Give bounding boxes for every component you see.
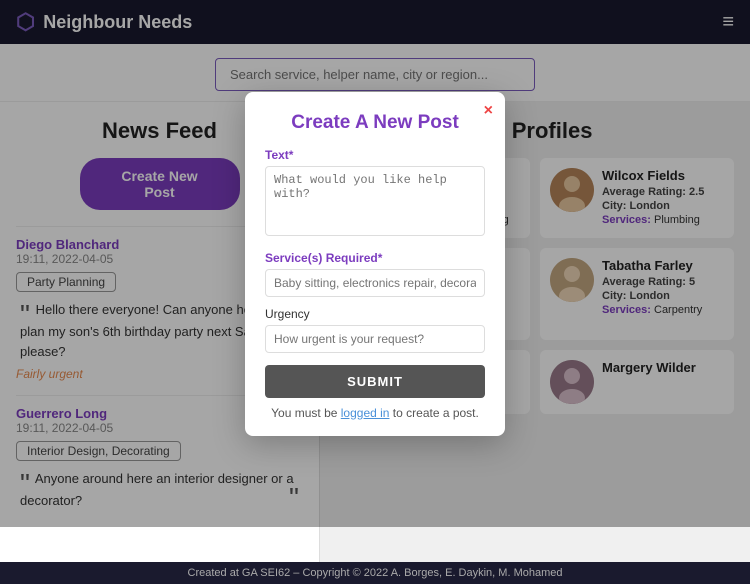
modal-close-button[interactable]: × [484, 102, 493, 120]
login-suffix: to create a post. [389, 406, 478, 420]
submit-button[interactable]: SUBMIT [265, 365, 485, 398]
services-input[interactable] [265, 269, 485, 297]
post-text-input[interactable] [265, 166, 485, 236]
footer-text: Created at GA SEI62 – Copyright © 2022 A… [188, 567, 563, 579]
footer: Created at GA SEI62 – Copyright © 2022 A… [0, 562, 750, 584]
urgency-field-label: Urgency [265, 307, 485, 321]
text-field-label: Text* [265, 148, 485, 162]
urgency-input[interactable] [265, 325, 485, 353]
login-link[interactable]: logged in [341, 406, 390, 420]
modal-overlay[interactable]: × Create A New Post Text* Service(s) Req… [0, 0, 750, 527]
services-field-label: Service(s) Required* [265, 251, 485, 265]
login-prefix: You must be [271, 406, 341, 420]
login-prompt: You must be logged in to create a post. [265, 406, 485, 420]
create-post-modal: × Create A New Post Text* Service(s) Req… [245, 92, 505, 436]
modal-title: Create A New Post [265, 112, 485, 134]
